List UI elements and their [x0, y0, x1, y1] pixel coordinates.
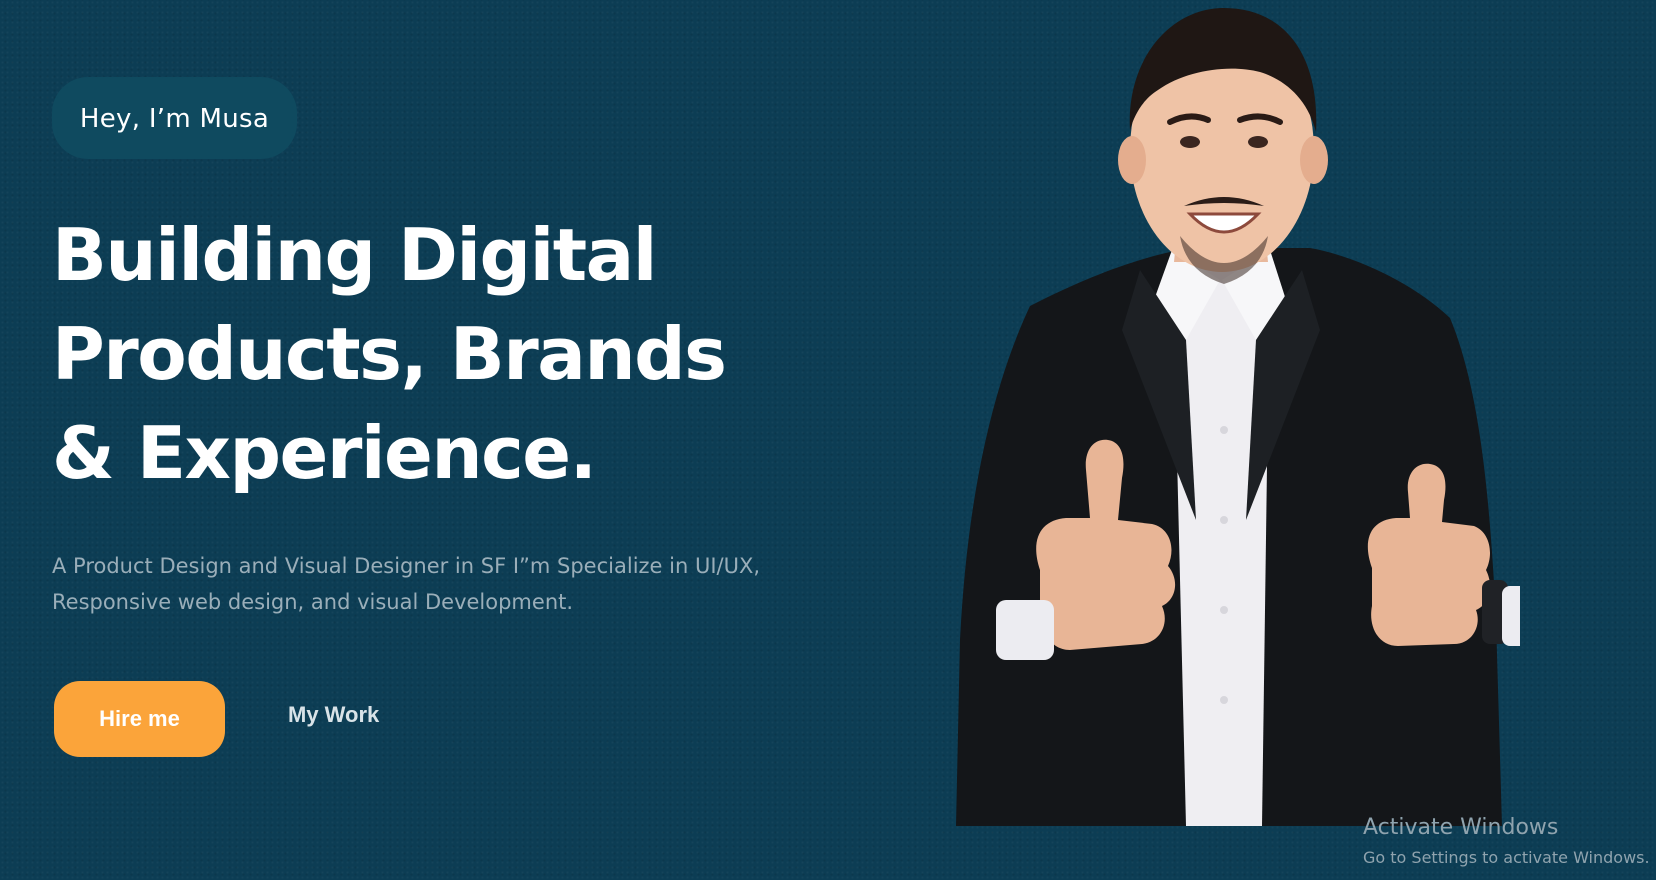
greeting-text: Hey, I’m Musa	[79, 104, 270, 134]
intro-line-2: Responsive web design, and visual Develo…	[52, 590, 574, 614]
hero-intro: A Product Design and Visual Designer in …	[52, 548, 812, 620]
activate-windows-subtitle: Go to Settings to activate Windows.	[1363, 848, 1650, 867]
my-work-link[interactable]: My Work	[288, 702, 379, 728]
headline-line-1: Building Digital	[52, 213, 657, 297]
activate-windows-watermark: Activate Windows Go to Settings to activ…	[1363, 814, 1650, 870]
headline-line-2: Products, Brands	[52, 312, 727, 396]
activate-windows-title: Activate Windows	[1363, 815, 1559, 840]
intro-line-1: A Product Design and Visual Designer in …	[52, 554, 761, 578]
hero-headline: Building Digital Products, Brands & Expe…	[52, 206, 812, 503]
person-portrait-thumbs-up-icon	[956, 8, 1520, 826]
greeting-badge: Hey, I’m Musa	[52, 77, 297, 159]
headline-line-3: & Experience.	[52, 411, 597, 495]
hire-me-button[interactable]: Hire me	[54, 681, 225, 757]
